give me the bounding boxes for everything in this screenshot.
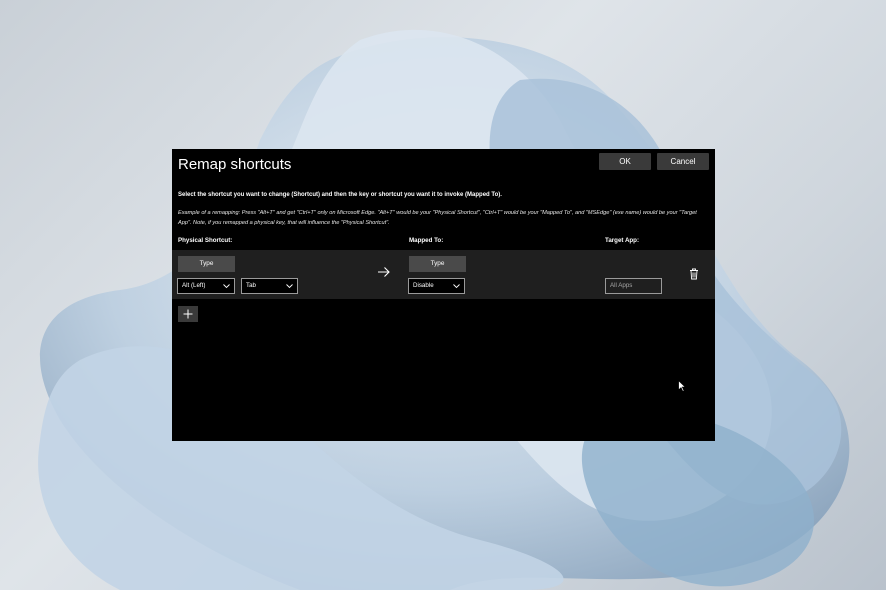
physical-shortcut-header: Physical Shortcut: [178,237,233,244]
mapped-type-button[interactable]: Type [409,256,466,272]
shortcut-row: Type Type Alt (Left) Tab Disable All App… [172,250,715,299]
chevron-down-icon [286,284,293,289]
target-app-header: Target App: [605,237,640,244]
example-text: Example of a remapping: Press "Alt+T" an… [178,210,697,226]
physical-key2-select[interactable]: Tab [241,278,298,294]
physical-type-button[interactable]: Type [178,256,235,272]
arrow-right-icon [378,267,390,277]
add-shortcut-button[interactable] [178,306,198,322]
dialog-title: Remap shortcuts [178,156,292,173]
plus-icon [183,309,193,319]
chevron-down-icon [453,284,460,289]
physical-key2-value: Tab [246,282,256,289]
physical-key1-select[interactable]: Alt (Left) [177,278,235,294]
target-app-input[interactable]: All Apps [605,278,662,294]
remap-shortcuts-dialog: Remap shortcuts OK Cancel Select the sho… [172,149,715,441]
instruction-text: Select the shortcut you want to change (… [178,192,502,198]
ok-button[interactable]: OK [599,153,651,170]
chevron-down-icon [223,284,230,289]
cancel-button[interactable]: Cancel [657,153,709,170]
physical-key1-value: Alt (Left) [182,282,206,289]
mouse-cursor-icon [678,380,686,392]
mapped-to-value: Disable [413,282,434,289]
mapped-to-select[interactable]: Disable [408,278,465,294]
mapped-to-header: Mapped To: [409,237,444,244]
trash-icon[interactable] [689,268,699,280]
